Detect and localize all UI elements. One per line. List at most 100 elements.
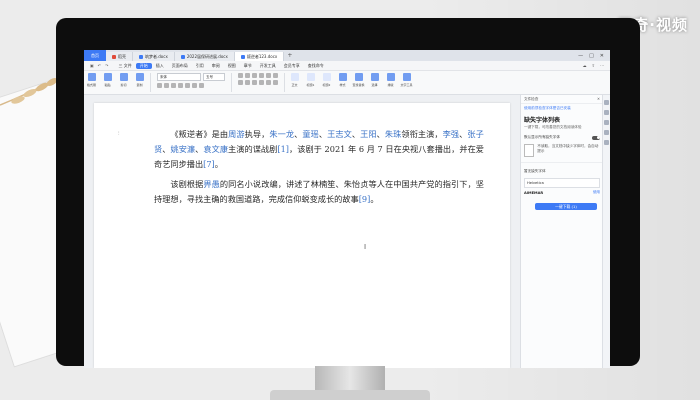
quick-access: ▣ ↶ ↷: [84, 63, 115, 68]
monitor: 首页 稻壳 筑梦者.docx 2022届保研进展.docx 叛逆者123.doc…: [56, 18, 640, 368]
info-card-text: 不读取，当文档中缺少字体时，会自动提示: [537, 144, 599, 153]
underline-icon[interactable]: [171, 83, 176, 88]
save-icon[interactable]: ▣: [90, 63, 94, 68]
menu-layout[interactable]: 页面布局: [168, 63, 192, 69]
sort-icon[interactable]: [266, 73, 271, 78]
minimize-icon[interactable]: —: [578, 53, 583, 59]
word-doc-icon: [240, 54, 245, 59]
help-panel-icon[interactable]: [604, 140, 609, 145]
menu-home[interactable]: 开始: [135, 62, 152, 69]
styles-button[interactable]: 样式: [335, 73, 350, 87]
citation-link[interactable]: [1]: [277, 144, 289, 154]
word-doc-icon: [139, 54, 143, 59]
paragraph-1: 《叛逆者》是由周游执导，朱一龙、童瑶、王志文、王阳、朱珠领衔主演，李强、张子贤、…: [154, 127, 484, 172]
style-normal-button[interactable]: 正文: [287, 73, 302, 87]
more-icon[interactable]: ⋯: [600, 63, 604, 68]
tab-docer[interactable]: 稻壳: [106, 52, 133, 61]
show-all-toggle[interactable]: [592, 135, 600, 140]
check-fonts-link[interactable]: 使用前须检查字体是否已安装: [521, 104, 603, 113]
tab-document[interactable]: 2022届保研进展.docx: [174, 52, 235, 61]
font-item: AlMEMAR 使用: [524, 190, 600, 195]
panel-header: 文件检查 ✕: [521, 95, 603, 104]
paragraph-mark-icon[interactable]: [273, 73, 278, 78]
subscript-icon[interactable]: [192, 83, 197, 88]
italic-icon[interactable]: [164, 83, 169, 88]
menu-references[interactable]: 引用: [192, 63, 208, 69]
bullet-list-icon[interactable]: [238, 73, 243, 78]
actor-link[interactable]: 朱珠: [385, 129, 402, 139]
download-all-button[interactable]: 一键下载 (1): [535, 203, 597, 210]
line-spacing-icon[interactable]: [266, 80, 271, 85]
font-name-select[interactable]: 宋体: [157, 73, 201, 81]
text-tools-button[interactable]: 文字工具: [399, 73, 414, 87]
text-run: 。: [370, 194, 379, 204]
share-icon[interactable]: ⇪: [592, 63, 595, 68]
menu-file[interactable]: 三 文件: [115, 63, 136, 69]
text-run: 、: [351, 129, 361, 139]
text-tools-icon: [402, 73, 411, 81]
redo-icon[interactable]: ↷: [105, 63, 108, 68]
indent-increase-icon[interactable]: [259, 73, 264, 78]
actor-link[interactable]: 袁文康: [203, 144, 228, 154]
document-body[interactable]: 《叛逆者》是由周游执导，朱一龙、童瑶、王志文、王阳、朱珠领衔主演，李强、张子贤、…: [154, 127, 484, 212]
actor-link[interactable]: 王阳: [360, 129, 377, 139]
indent-decrease-icon[interactable]: [252, 73, 257, 78]
menu-member[interactable]: 会员专享: [280, 63, 304, 69]
ribbon: 格式刷 粘贴 剪切 复制 宋体 五号 正文 标题1 标题2 样式 查找替换 选择…: [84, 71, 610, 95]
format-painter-button[interactable]: 格式刷: [84, 73, 99, 87]
strikethrough-icon[interactable]: [178, 83, 183, 88]
bold-icon[interactable]: [157, 83, 162, 88]
menu-developer[interactable]: 开发工具: [256, 63, 280, 69]
style-panel-icon[interactable]: [604, 110, 609, 115]
tab-home[interactable]: 首页: [84, 50, 106, 61]
style-heading2-button[interactable]: 标题2: [319, 73, 334, 87]
actor-link[interactable]: 李强: [443, 129, 460, 139]
tab-document[interactable]: 筑梦者.docx: [133, 52, 175, 61]
maximize-icon[interactable]: □: [589, 53, 594, 59]
numbered-list-icon[interactable]: [245, 73, 250, 78]
actor-link[interactable]: 童瑶: [302, 129, 319, 139]
menu-section[interactable]: 章节: [240, 63, 256, 69]
use-font-button[interactable]: 使用: [593, 190, 600, 195]
menu-search[interactable]: 查找命令: [304, 63, 328, 69]
panel-toggle-icon[interactable]: [604, 100, 609, 105]
format-panel-icon[interactable]: [604, 120, 609, 125]
tab-document-active[interactable]: 叛逆者123.docx: [234, 52, 285, 61]
author-link[interactable]: 畀愚: [203, 179, 220, 189]
align-right-icon[interactable]: [252, 80, 257, 85]
copy-button[interactable]: 复制: [132, 73, 147, 87]
superscript-icon[interactable]: [185, 83, 190, 88]
share-panel-icon[interactable]: [604, 130, 609, 135]
undo-icon[interactable]: ↶: [98, 63, 101, 68]
find-replace-button[interactable]: 查找替换: [351, 73, 366, 87]
director-link[interactable]: 周游: [228, 129, 245, 139]
cut-button[interactable]: 剪切: [116, 73, 131, 87]
menu-right-icons: ☁ ⇪ ⋯: [583, 63, 610, 68]
select-button[interactable]: 选择: [367, 73, 382, 87]
paragraph-handle-icon[interactable]: ⁝: [118, 131, 120, 137]
justify-icon[interactable]: [259, 80, 264, 85]
actor-link[interactable]: 朱一龙: [269, 129, 294, 139]
paste-button[interactable]: 粘贴: [100, 73, 115, 87]
close-icon[interactable]: ✕: [600, 53, 604, 59]
document-page[interactable]: ⁝ 《叛逆者》是由周游执导，朱一龙、童瑶、王志文、王阳、朱珠领衔主演，李强、张子…: [94, 103, 510, 368]
menu-view[interactable]: 视图: [224, 63, 240, 69]
menu-review[interactable]: 审阅: [208, 63, 224, 69]
citation-link[interactable]: [9]: [359, 194, 371, 204]
font-color-icon[interactable]: [199, 83, 204, 88]
panel-close-icon[interactable]: ✕: [597, 97, 600, 101]
font-size-select[interactable]: 五号: [203, 73, 225, 81]
align-center-icon[interactable]: [245, 80, 250, 85]
cloud-icon[interactable]: ☁: [583, 63, 587, 68]
text-run: 执导，: [244, 129, 270, 139]
typeset-button[interactable]: 排版: [383, 73, 398, 87]
monitor-base: [270, 390, 430, 400]
actor-link[interactable]: 姚安濂: [170, 144, 195, 154]
new-tab-button[interactable]: +: [287, 52, 292, 59]
actor-link[interactable]: 王志文: [327, 129, 352, 139]
shading-icon[interactable]: [273, 80, 278, 85]
menu-insert[interactable]: 插入: [152, 63, 168, 69]
style-heading1-button[interactable]: 标题1: [303, 73, 318, 87]
align-left-icon[interactable]: [238, 80, 243, 85]
citation-link[interactable]: [7]: [203, 159, 215, 169]
